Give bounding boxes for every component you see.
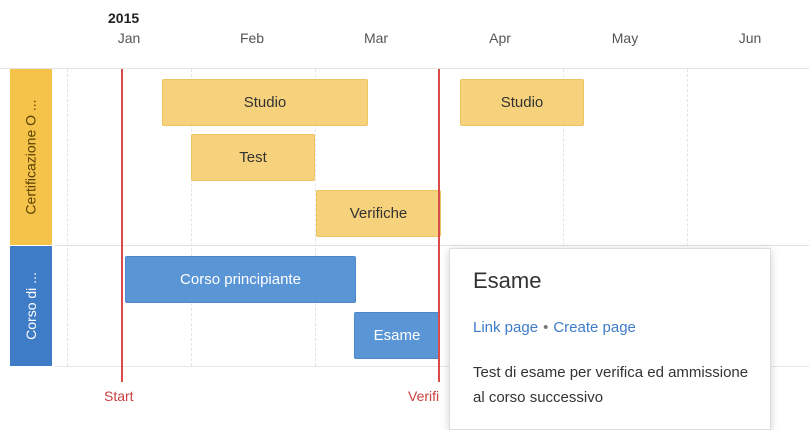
task-bar-label: Test	[239, 149, 267, 166]
task-bar-label: Esame	[373, 327, 421, 344]
link-separator: •	[543, 319, 549, 336]
task-detail-popup: Esame Link page • Create page Test di esam…	[449, 248, 771, 430]
month-label-mar: Mar	[363, 30, 389, 46]
year-label: 2015	[108, 10, 140, 26]
grid-line	[67, 69, 68, 366]
month-label-jan: Jan	[117, 30, 141, 46]
month-label-may: May	[611, 30, 639, 46]
task-bar-studio[interactable]: Studio	[460, 79, 584, 126]
task-bar-label: Corso principiante	[180, 271, 301, 288]
milestone-marker-start[interactable]	[121, 69, 123, 382]
lane-divider	[55, 245, 809, 246]
month-label-jun: Jun	[738, 30, 762, 46]
popup-links: Link page • Create page	[473, 319, 636, 336]
task-bar-verifiche[interactable]: Verifiche	[316, 190, 441, 237]
lane-label: Corso di ...	[23, 272, 40, 340]
create-page-link[interactable]: Create page	[553, 319, 636, 336]
link-page-link[interactable]: Link page	[473, 319, 538, 336]
lane-header-corso[interactable]: Corso di ...	[10, 246, 52, 366]
timeline-view: 2015 Jan Feb Mar Apr May Jun Certificazi…	[0, 0, 809, 430]
month-label-feb: Feb	[239, 30, 265, 46]
task-bar-label: Verifiche	[349, 205, 408, 222]
popup-title: Esame	[473, 268, 542, 293]
task-bar-test[interactable]: Test	[191, 134, 315, 181]
lane-header-certificazione[interactable]: Certificazione O ...	[10, 69, 52, 245]
milestone-marker-verifi[interactable]	[438, 69, 440, 382]
popup-description: Test di esame per verifica ed ammissione…	[473, 364, 749, 406]
task-bar-studio[interactable]: Studio	[162, 79, 368, 126]
lane-label: Certificazione O ...	[23, 99, 39, 215]
task-bar-label: Studio	[500, 94, 544, 111]
month-label-apr: Apr	[489, 30, 511, 46]
milestone-label-start[interactable]: Start	[104, 388, 134, 404]
task-bar-corso-principiante[interactable]: Corso principiante	[125, 256, 356, 303]
task-bar-esame[interactable]: Esame	[354, 312, 440, 359]
milestone-label-verifi[interactable]: Verifi	[408, 388, 439, 404]
task-bar-label: Studio	[243, 94, 287, 111]
